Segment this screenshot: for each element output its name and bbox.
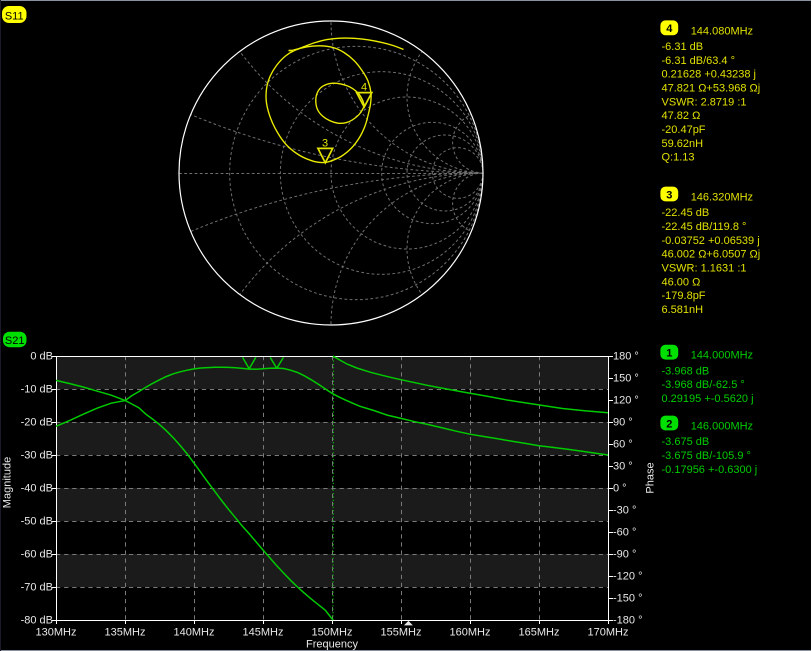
svg-text:Magnitude: Magnitude <box>2 457 14 508</box>
svg-text:46.00 Ω: 46.00 Ω <box>662 276 701 288</box>
svg-text:-3.675 dB: -3.675 dB <box>662 436 710 448</box>
svg-text:S21: S21 <box>5 335 25 347</box>
svg-text:47.82 Ω: 47.82 Ω <box>662 110 701 122</box>
svg-text:146.320MHz: 146.320MHz <box>691 192 753 204</box>
svg-text:0 dB: 0 dB <box>30 351 53 363</box>
svg-text:Frequency: Frequency <box>306 639 358 651</box>
svg-text:46.002 Ω+6.0507 Ωj: 46.002 Ω+6.0507 Ωj <box>662 249 761 261</box>
svg-text:-150 °: -150 ° <box>613 593 642 605</box>
svg-text:-22.45 dB/119.8 °: -22.45 dB/119.8 ° <box>662 221 747 233</box>
svg-text:155MHz: 155MHz <box>381 626 422 638</box>
svg-text:-0.17956 +-0.6300 j: -0.17956 +-0.6300 j <box>662 464 758 476</box>
svg-text:-6.31 dB/63.4 °: -6.31 dB/63.4 ° <box>662 55 736 67</box>
svg-text:-6.31 dB: -6.31 dB <box>662 41 704 53</box>
svg-text:-50 dB: -50 dB <box>21 516 53 528</box>
svg-text:-3.675 dB/-105.9 °: -3.675 dB/-105.9 ° <box>662 450 751 462</box>
svg-text:4: 4 <box>361 81 367 93</box>
svg-text:Q:1.13: Q:1.13 <box>662 152 695 164</box>
svg-text:6.581nH: 6.581nH <box>662 304 704 316</box>
svg-text:145MHz: 145MHz <box>243 626 284 638</box>
svg-text:-90 °: -90 ° <box>613 549 636 561</box>
svg-text:3: 3 <box>322 137 328 149</box>
svg-text:47.821 Ω+53.968 Ωj: 47.821 Ω+53.968 Ωj <box>662 82 761 94</box>
svg-text:Phase: Phase <box>645 462 657 493</box>
svg-text:140MHz: 140MHz <box>174 626 215 638</box>
svg-text:-10 dB: -10 dB <box>21 384 53 396</box>
svg-text:-120 °: -120 ° <box>613 571 642 583</box>
svg-text:0.29195 +-0.5620 j: 0.29195 +-0.5620 j <box>662 393 754 405</box>
svg-text:-30 dB: -30 dB <box>21 450 53 462</box>
svg-text:VSWR: 2.8719 :1: VSWR: 2.8719 :1 <box>662 96 747 108</box>
svg-text:160MHz: 160MHz <box>450 626 491 638</box>
svg-text:-80 dB: -80 dB <box>21 615 53 627</box>
svg-text:59.62nH: 59.62nH <box>662 138 704 150</box>
svg-text:-0.03752 +0.06539 j: -0.03752 +0.06539 j <box>662 235 760 247</box>
svg-text:-20 dB: -20 dB <box>21 417 53 429</box>
svg-text:1: 1 <box>666 348 672 360</box>
svg-text:-40 dB: -40 dB <box>21 483 53 495</box>
svg-text:150MHz: 150MHz <box>312 626 353 638</box>
svg-text:165MHz: 165MHz <box>519 626 560 638</box>
svg-text:VSWR: 1.1631 :1: VSWR: 1.1631 :1 <box>662 263 747 275</box>
svg-text:-180 °: -180 ° <box>613 615 642 627</box>
svg-text:-179.8pF: -179.8pF <box>662 290 706 302</box>
svg-text:-30 °: -30 ° <box>613 505 636 517</box>
svg-text:180 °: 180 ° <box>613 351 639 363</box>
svg-text:135MHz: 135MHz <box>105 626 146 638</box>
svg-text:-3.968 dB/-62.5 °: -3.968 dB/-62.5 ° <box>662 379 745 391</box>
svg-text:150 °: 150 ° <box>613 373 639 385</box>
svg-text:170MHz: 170MHz <box>588 626 629 638</box>
svg-text:144.000MHz: 144.000MHz <box>691 350 753 362</box>
svg-text:2: 2 <box>666 418 672 430</box>
svg-text:-20.47pF: -20.47pF <box>662 124 706 136</box>
svg-text:60 °: 60 ° <box>613 439 633 451</box>
svg-text:-60 dB: -60 dB <box>21 549 53 561</box>
svg-text:4: 4 <box>666 23 673 35</box>
svg-text:3: 3 <box>666 189 672 201</box>
svg-text:146.000MHz: 146.000MHz <box>691 421 753 433</box>
svg-text:130MHz: 130MHz <box>36 626 77 638</box>
svg-text:-70 dB: -70 dB <box>21 582 53 594</box>
svg-text:-22.45 dB: -22.45 dB <box>662 207 710 219</box>
svg-text:90 °: 90 ° <box>613 417 633 429</box>
svg-text:S11: S11 <box>5 10 24 22</box>
svg-text:-3.968 dB: -3.968 dB <box>662 365 710 377</box>
svg-text:-60 °: -60 ° <box>613 527 636 539</box>
svg-text:0.21628 +0.43238 j: 0.21628 +0.43238 j <box>662 69 757 81</box>
svg-text:0 °: 0 ° <box>613 483 627 495</box>
svg-text:30 °: 30 ° <box>613 461 633 473</box>
svg-text:120 °: 120 ° <box>613 395 639 407</box>
svg-text:144.080MHz: 144.080MHz <box>691 25 753 37</box>
